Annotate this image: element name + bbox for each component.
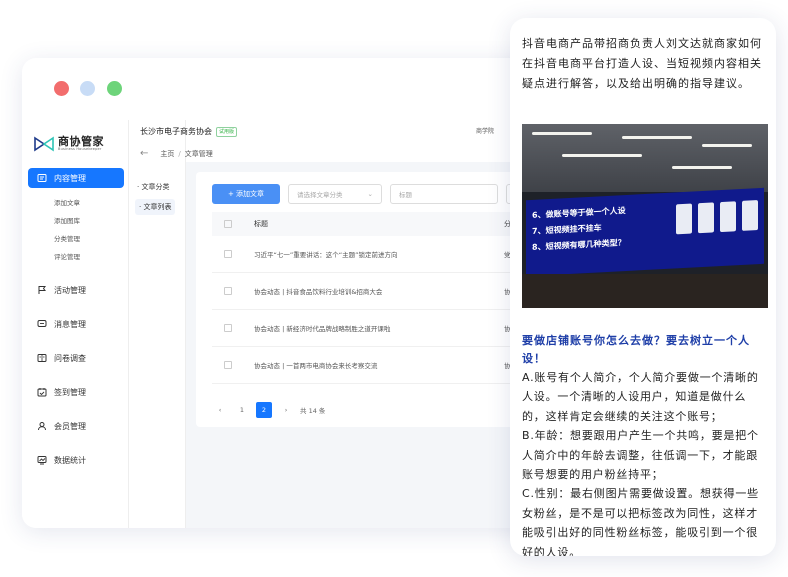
sidebar-item-label: 内容管理 [54, 173, 86, 183]
calendar-check-icon [37, 387, 47, 397]
sidebar-nav: 内容管理 添加文章 添加图库 分类管理 评论管理 活动管理 消息管理 问卷调查 … [28, 168, 124, 484]
org-name-text: 长沙市电子商务协会 [140, 127, 212, 136]
sub-item-comments[interactable]: 评论管理 [54, 248, 124, 266]
row-checkbox[interactable] [224, 361, 232, 369]
article-paragraph: C.性别：最右侧图片需要做设置。想获得一些女粉丝，是不是可以把标签改为同性，这样… [522, 487, 759, 556]
page-1-button[interactable]: 1 [234, 402, 250, 418]
ceiling-light [562, 154, 642, 157]
nav-label: 文章分类 [141, 183, 170, 191]
presentation-photo: 6、做账号等于做一个人设 7、短视频挂不挂车 8、短视频有哪几种类型？ [522, 124, 768, 308]
title-input-placeholder: 标题 [399, 191, 412, 199]
row-checkbox[interactable] [224, 250, 232, 258]
article-panel: 抖音电商产品带招商负责人刘文达就商家如何在抖音电商平台打造人设、当短视频内容相关… [510, 18, 776, 556]
row-checkbox[interactable] [224, 287, 232, 295]
plus-icon: + [227, 190, 237, 198]
title-search-input[interactable]: 标题 [390, 184, 498, 204]
article-paragraph: B.年龄：想要跟用户产生一个共鸣，要是把个人简介中的年龄去调整，往低调一下，才能… [522, 429, 759, 482]
header-title: 标题 [254, 220, 268, 228]
photo-floor [522, 274, 768, 308]
back-arrow-icon[interactable]: ← [140, 148, 148, 159]
row-title: 协会动态 | 新经济时代品牌战略制胜之道开课啦 [254, 325, 391, 333]
category-select-placeholder: 请选择文章分类 [297, 191, 343, 199]
ceiling-light [532, 132, 592, 135]
org-name: 长沙市电子商务协会 试用版 [140, 126, 238, 137]
logo-title: 商协管家 [58, 135, 104, 149]
content-sub-list: 添加文章 添加图库 分类管理 评论管理 [28, 194, 124, 266]
chart-icon [37, 455, 47, 465]
screen-line: 6、做账号等于做一个人设 [532, 206, 626, 220]
pagination: ‹ 1 2 › 共 14 条 [212, 402, 325, 418]
add-article-label: 添加文章 [236, 190, 265, 198]
logo-subtitle: Business Housekeeper [58, 147, 102, 152]
screen-line: 7、短视频挂不挂车 [532, 223, 602, 236]
article-intro: 抖音电商产品带招商负责人刘文达就商家如何在抖音电商平台打造人设、当短视频内容相关… [522, 37, 762, 90]
breadcrumb-separator: / [178, 149, 181, 158]
total-count: 共 14 条 [300, 407, 326, 415]
academy-link[interactable]: 商学院 [476, 126, 494, 135]
close-dot[interactable] [54, 81, 69, 96]
projection-screen: 6、做账号等于做一个人设 7、短视频挂不挂车 8、短视频有哪几种类型？ [526, 187, 764, 277]
article-body: A.账号有个人简介，个人简介要做一个清晰的人设。一个清晰的人设用户，知道是做什么… [522, 368, 768, 556]
chevron-down-icon: ⌄ [367, 190, 373, 198]
ceiling-light [622, 136, 692, 139]
sidebar-item-survey[interactable]: 问卷调查 [28, 348, 124, 368]
minimize-dot[interactable] [80, 81, 95, 96]
photo-ceiling [522, 124, 768, 192]
logo: 商协管家 Business Housekeeper [34, 132, 104, 156]
phone-mockup [676, 203, 692, 235]
nav-article-list[interactable]: · 文章列表 [135, 199, 176, 215]
prev-page-button[interactable]: ‹ [212, 402, 228, 418]
sub-item-add-article[interactable]: 添加文章 [54, 194, 124, 212]
sidebar-item-label: 会员管理 [54, 421, 86, 431]
nav-article-category[interactable]: · 文章分类 [137, 182, 169, 192]
sidebar-item-content[interactable]: 内容管理 [28, 168, 124, 188]
row-title: 协会动态 | 抖音食品饮料行业培训&招商大会 [254, 288, 383, 296]
user-icon [37, 421, 47, 431]
sidebar-item-statistics[interactable]: 数据统计 [28, 450, 124, 470]
message-icon [37, 319, 47, 329]
select-all-checkbox[interactable] [224, 220, 232, 228]
maximize-dot[interactable] [107, 81, 122, 96]
sidebar-item-label: 问卷调查 [54, 353, 86, 363]
sidebar-item-activity[interactable]: 活动管理 [28, 280, 124, 300]
secondary-nav: · 文章分类 · 文章列表 [128, 120, 186, 528]
row-title: 习近平“七一”重要讲话：这个“主题”锁定前进方向 [254, 251, 398, 259]
sidebar-item-label: 活动管理 [54, 285, 86, 295]
trial-badge: 试用版 [216, 126, 238, 137]
breadcrumb: ← 主页 / 文章管理 [140, 148, 213, 159]
row-checkbox[interactable] [224, 324, 232, 332]
sidebar-item-label: 消息管理 [54, 319, 86, 329]
phone-mockup [698, 202, 714, 234]
article-paragraph: A.账号有个人简介，个人简介要做一个清晰的人设。一个清晰的人设用户，知道是做什么… [522, 371, 759, 423]
add-article-button[interactable]: + 添加文章 [212, 184, 280, 204]
sub-item-add-gallery[interactable]: 添加图库 [54, 212, 124, 230]
ceiling-light [672, 166, 732, 169]
flag-icon [37, 285, 47, 295]
breadcrumb-current: 文章管理 [184, 149, 213, 158]
sidebar-item-checkin[interactable]: 签到管理 [28, 382, 124, 402]
sidebar-item-messages[interactable]: 消息管理 [28, 314, 124, 334]
app-window: 商协管家 Business Housekeeper 内容管理 添加文章 添加图库… [22, 58, 582, 528]
sidebar-item-members[interactable]: 会员管理 [28, 416, 124, 436]
content-icon [37, 173, 47, 183]
nav-label: 文章列表 [143, 203, 172, 211]
row-title: 协会动态 | 一首两市电商协会来长考察交流 [254, 362, 378, 370]
breadcrumb-home[interactable]: 主页 [160, 149, 174, 159]
screen-line: 8、短视频有哪几种类型？ [532, 238, 626, 252]
sidebar-item-label: 数据统计 [54, 455, 86, 465]
next-page-button[interactable]: › [278, 402, 294, 418]
sidebar-item-label: 签到管理 [54, 387, 86, 397]
toolbar: + 添加文章 请选择文章分类 ⌄ 标题 [212, 184, 546, 204]
sub-item-category[interactable]: 分类管理 [54, 230, 124, 248]
phone-mockup [720, 201, 736, 233]
ceiling-light [702, 144, 752, 147]
survey-icon [37, 353, 47, 363]
logo-icon [34, 136, 54, 152]
sidebar: 商协管家 Business Housekeeper 内容管理 添加文章 添加图库… [22, 120, 128, 528]
article-heading: 要做店铺账号你怎么去做？要去树立一个人设！ [522, 334, 750, 365]
phone-mockup [742, 200, 758, 231]
page-2-button[interactable]: 2 [256, 402, 272, 418]
window-titlebar [22, 58, 582, 120]
category-select[interactable]: 请选择文章分类 ⌄ [288, 184, 382, 204]
